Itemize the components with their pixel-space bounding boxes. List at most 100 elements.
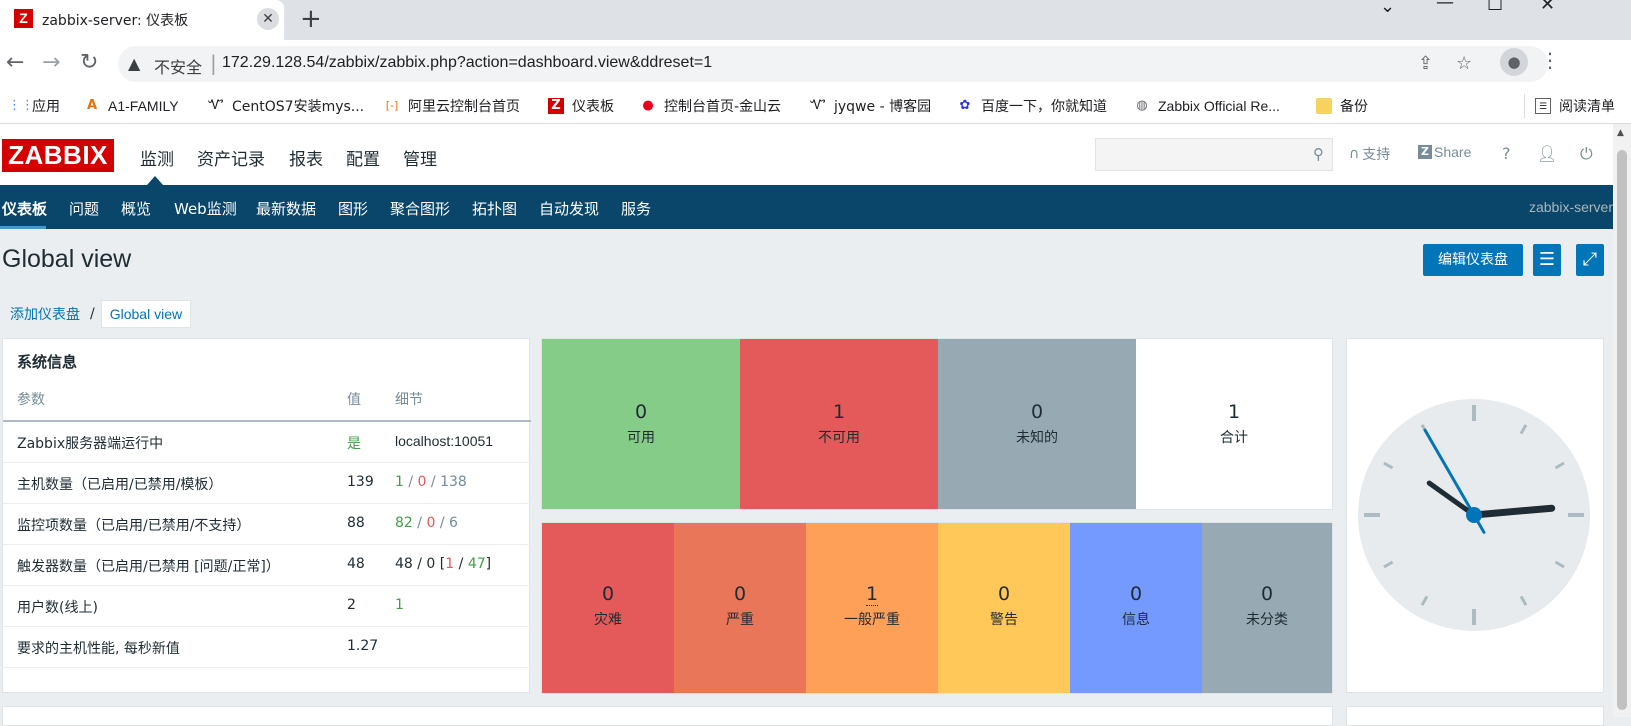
tab-search-chevron-icon[interactable]: ⌄: [1380, 0, 1395, 17]
menu-reports[interactable]: 报表: [289, 145, 323, 170]
bookmark-aliyun[interactable]: [-] 阿里云控制台首页: [384, 94, 520, 118]
globe-icon: ◍: [1136, 98, 1148, 113]
tab-problems[interactable]: 问题: [69, 198, 99, 219]
breadcrumb-global-view[interactable]: Global view: [100, 300, 192, 328]
zabbix-header: ZABBIX 监测 资产记录 报表 配置 管理 ⚲ ∩ 支持 Z Share ? 👤…: [0, 124, 1631, 185]
param-cell: 主机数量（已启用/已禁用/模板）: [17, 477, 223, 493]
menu-administration[interactable]: 管理: [403, 145, 437, 170]
availability-unavailable-cell[interactable]: 1 不可用: [740, 339, 938, 509]
search-icon[interactable]: ⚲: [1313, 145, 1324, 163]
severity-count: 0: [1129, 583, 1143, 605]
severity-high-cell[interactable]: 0 严重: [674, 523, 806, 693]
actions-menu-icon[interactable]: ☰: [1533, 244, 1561, 276]
scroll-up-icon[interactable]: ▲: [1617, 128, 1624, 138]
severity-count: 1: [865, 583, 879, 606]
param-cell: 要求的主机性能, 每秒新值: [17, 641, 180, 657]
table-row: 主机数量（已启用/已禁用/模板） 139 1 / 0 / 138: [3, 463, 531, 504]
url-text[interactable]: 172.29.128.54/zabbix/zabbix.php?action=d…: [222, 54, 712, 72]
severity-count: 0: [1260, 583, 1274, 605]
severity-disaster-cell[interactable]: 0 灾难: [542, 523, 674, 693]
forward-icon[interactable]: →: [42, 50, 60, 76]
edit-dashboard-button[interactable]: 编辑仪表盘: [1423, 244, 1523, 276]
bookmark-baidu[interactable]: ✿ 百度一下，你就知道: [957, 94, 1107, 118]
maximize-icon[interactable]: ☐: [1487, 0, 1503, 15]
menu-inventory[interactable]: 资产记录: [197, 145, 265, 170]
reading-list[interactable]: ☰ 阅读清单: [1524, 94, 1615, 118]
tab-dashboard[interactable]: 仪表板: [2, 198, 47, 219]
column-header-parameter: 参数: [17, 392, 45, 408]
breadcrumb: 添加仪表盘 / Global view: [2, 299, 192, 329]
menu-configuration[interactable]: 配置: [346, 145, 380, 170]
tab-services[interactable]: 服务: [621, 198, 651, 219]
severity-average-cell[interactable]: 1 一般严重: [806, 523, 938, 693]
clock-widget: [1346, 338, 1604, 693]
browser-menu-icon[interactable]: ⋮: [1540, 48, 1560, 72]
table-row: Zabbix服务器端运行中 是 localhost:10051: [3, 422, 531, 463]
browser-tab[interactable]: Z zabbix-server: 仪表板 ✕: [0, 0, 284, 40]
severity-not-classified-cell[interactable]: 0 未分类: [1202, 523, 1332, 693]
help-icon[interactable]: ?: [1502, 144, 1511, 163]
page-title: Global view: [2, 245, 132, 273]
column-header-details: 细节: [395, 392, 423, 408]
reload-icon[interactable]: ↻: [80, 50, 98, 76]
severity-count: 0: [997, 583, 1011, 605]
table-row: 要求的主机性能, 每秒新值 1.27: [3, 627, 531, 668]
minimize-icon[interactable]: —: [1436, 0, 1454, 13]
bookmark-a1-family[interactable]: A A1-FAMILY: [84, 94, 179, 118]
bookmark-centos[interactable]: Ꮙ CentOS7安装mys...: [208, 94, 364, 118]
param-cell: Zabbix服务器端运行中: [17, 436, 164, 452]
new-tab-icon[interactable]: +: [300, 4, 322, 34]
bookmark-cnblogs[interactable]: Ꮙjyqwe - 博客园: [810, 94, 931, 118]
page-scrollbar[interactable]: ▲: [1613, 124, 1631, 717]
baidu-icon: ✿: [959, 98, 971, 113]
window-close-icon[interactable]: ✕: [1540, 0, 1555, 15]
bookmark-ksyun[interactable]: ● 控制台首页-金山云: [640, 94, 781, 118]
warning-icon[interactable]: ▲: [128, 54, 140, 73]
availability-total-cell[interactable]: 1 合计: [1136, 339, 1332, 509]
zabbix-icon: Z: [548, 98, 564, 114]
support-link[interactable]: ∩ 支持: [1349, 144, 1390, 164]
tab-close-icon[interactable]: ✕: [257, 8, 279, 30]
bookmark-apps[interactable]: ⋮⋮ 应用: [8, 94, 60, 118]
breadcrumb-add-dashboard[interactable]: 添加仪表盘: [2, 304, 88, 324]
severity-information-cell[interactable]: 0 信息: [1070, 523, 1202, 693]
detail-cell: 48 / 0 [1 / 47]: [395, 556, 492, 572]
tab-web[interactable]: Web监测: [174, 198, 237, 219]
active-tab-indicator: [0, 226, 46, 229]
logout-icon[interactable]: ⏻: [1580, 144, 1593, 164]
bookmark-dashboard[interactable]: Z 仪表板: [548, 94, 614, 118]
profile-avatar-icon[interactable]: ●: [1500, 48, 1528, 76]
tab-graphs[interactable]: 图形: [338, 198, 368, 219]
share-link[interactable]: Z Share: [1418, 144, 1471, 160]
tab-latest-data[interactable]: 最新数据: [256, 198, 316, 219]
share-page-icon[interactable]: ⇪: [1418, 53, 1433, 74]
column-header-value: 值: [347, 392, 361, 408]
folder-icon: [1316, 98, 1332, 114]
user-profile-icon[interactable]: 👤︎: [1537, 144, 1557, 163]
severity-warning-cell[interactable]: 0 警告: [938, 523, 1070, 693]
address-bar[interactable]: ▲ 不安全 | 172.29.128.54/zabbix/zabbix.php?…: [118, 46, 1548, 82]
tab-screens[interactable]: 聚合图形: [390, 198, 450, 219]
scrollbar-thumb[interactable]: [1617, 150, 1627, 710]
table-row: 监控项数量（已启用/已禁用/不支持） 88 82 / 0 / 6: [3, 504, 531, 545]
host-availability-widget: 0 可用 1 不可用 0 未知的 1 合计: [541, 338, 1333, 510]
search-input[interactable]: ⚲: [1095, 138, 1333, 171]
bookmark-backup-folder[interactable]: 备份: [1316, 94, 1368, 118]
tab-discovery[interactable]: 自动发现: [539, 198, 599, 219]
availability-unknown-cell[interactable]: 0 未知的: [938, 339, 1136, 509]
availability-label: 未知的: [1016, 430, 1058, 446]
insecure-label[interactable]: 不安全: [154, 54, 202, 78]
bookmark-zabbix-official[interactable]: ◍ Zabbix Official Re...: [1134, 94, 1280, 118]
availability-available-cell[interactable]: 0 可用: [542, 339, 740, 509]
back-icon[interactable]: ←: [6, 50, 24, 76]
menu-monitoring[interactable]: 监测: [140, 145, 174, 170]
tab-overview[interactable]: 概览: [121, 198, 151, 219]
server-name: zabbix-server: [1528, 199, 1613, 215]
fullscreen-icon[interactable]: ⤢: [1576, 244, 1604, 276]
table-row: 触发器数量（已启用/已禁用 [问题/正常]） 48 48 / 0 [1 / 47…: [3, 545, 531, 586]
system-info-widget: 系统信息 参数 值 细节 Zabbix服务器端运行中 是 localhost:1…: [2, 338, 531, 693]
severity-label: 信息: [1122, 612, 1150, 628]
zabbix-logo[interactable]: ZABBIX: [2, 139, 114, 172]
bookmark-star-icon[interactable]: ☆: [1456, 53, 1472, 74]
tab-maps[interactable]: 拓扑图: [472, 198, 517, 219]
